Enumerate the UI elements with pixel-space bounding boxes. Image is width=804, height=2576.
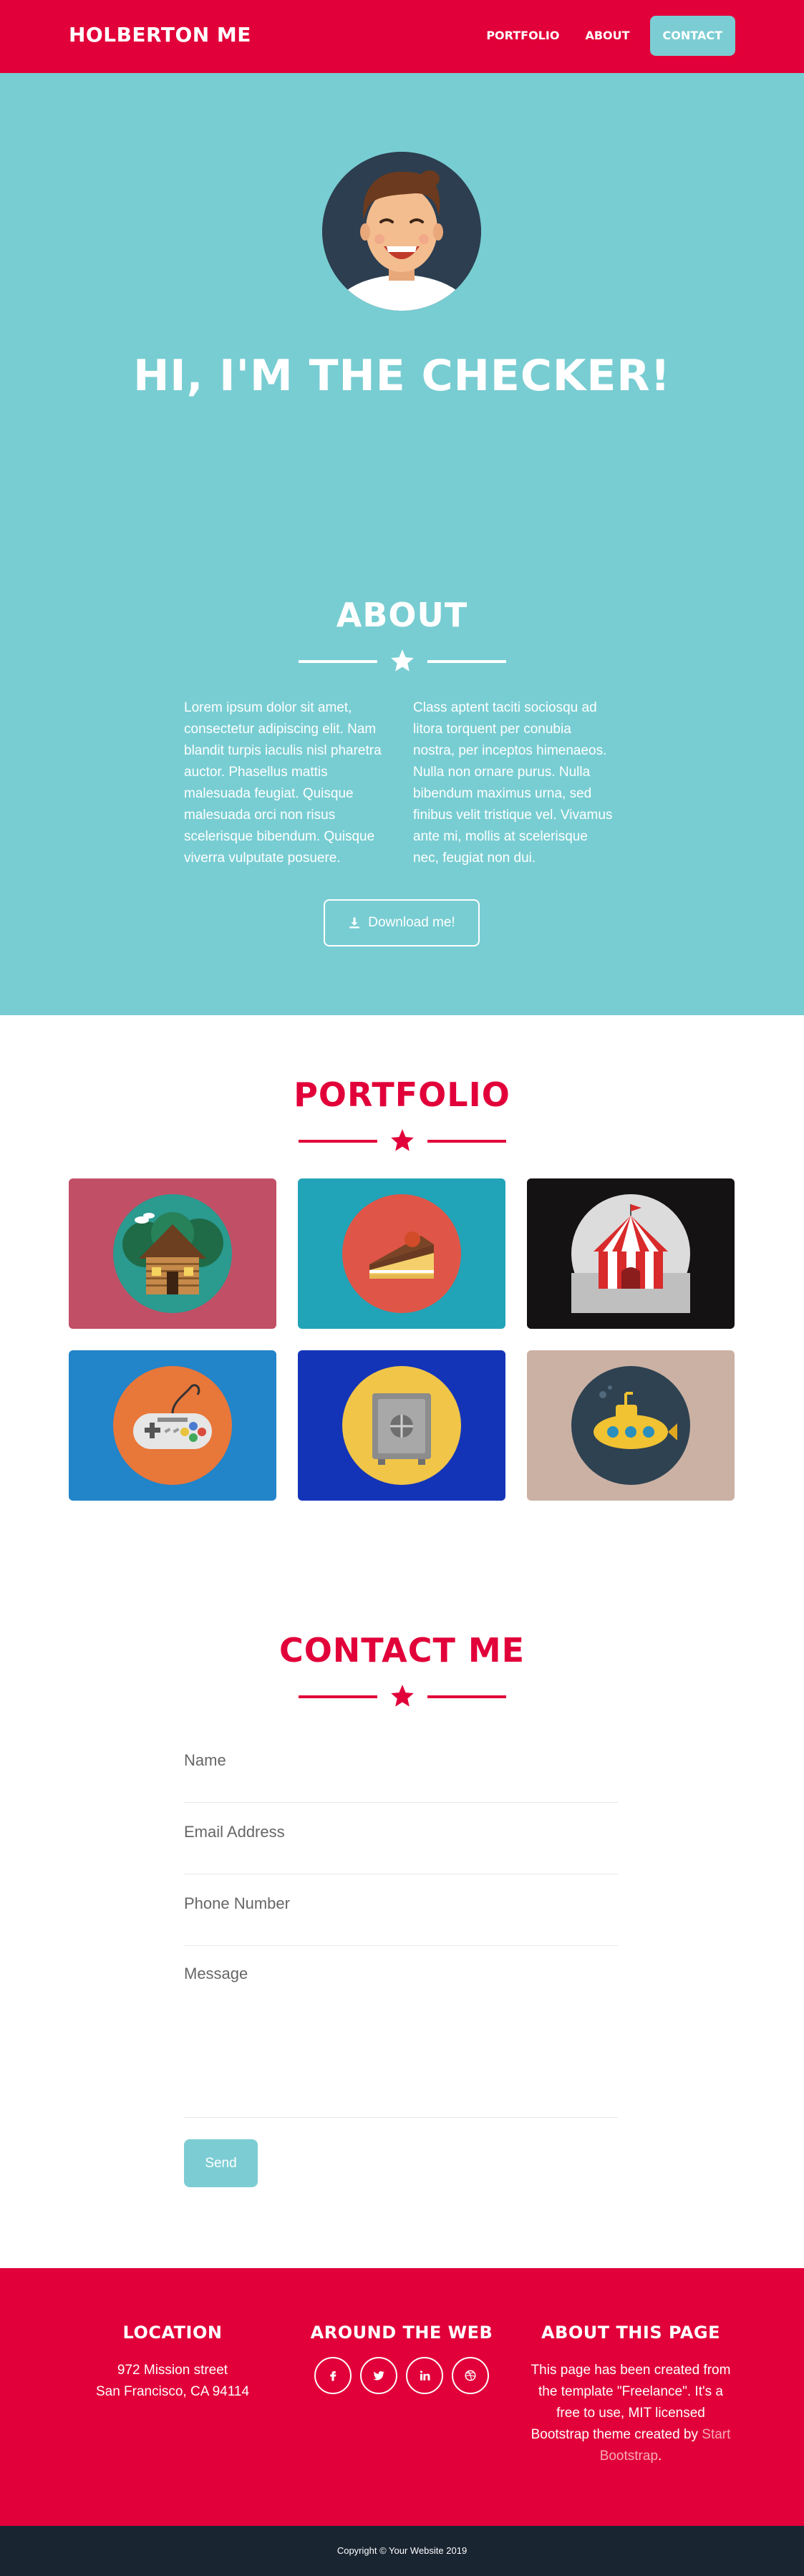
portfolio-title: PORTFOLIO — [294, 1075, 510, 1114]
download-icon — [349, 917, 360, 929]
nav-contact[interactable]: CONTACT — [649, 16, 735, 56]
star-icon — [391, 1685, 414, 1707]
portfolio-divider — [295, 1127, 510, 1156]
name-field[interactable]: Name — [184, 1751, 618, 1803]
hero-section: HI, I'M THE CHECKER! — [0, 73, 804, 442]
footer-location: LOCATION 972 Mission street San Francisc… — [58, 2323, 287, 2403]
footer-about-page: ABOUT THIS PAGE This page has been creat… — [516, 2323, 745, 2467]
twitter-icon[interactable] — [360, 2357, 397, 2394]
nav-portfolio[interactable]: PORTFOLIO — [473, 16, 572, 56]
portfolio-item-cabin[interactable] — [69, 1178, 276, 1329]
portfolio-item-cake[interactable] — [298, 1178, 505, 1329]
message-placeholder: Message — [184, 1965, 248, 1982]
message-field[interactable]: Message — [184, 1965, 618, 2118]
portfolio-item-safe[interactable] — [298, 1350, 505, 1501]
send-button[interactable]: Send — [184, 2139, 258, 2187]
contact-title: CONTACT ME — [279, 1631, 525, 1670]
about-section: ABOUT Lorem ipsum dolor sit amet, consec… — [0, 417, 804, 1015]
about-page-title: ABOUT THIS PAGE — [541, 2323, 721, 2343]
navbar: HOLBERTON ME PORTFOLIO ABOUT CONTACT — [0, 0, 804, 73]
game-controller-icon — [113, 1366, 232, 1485]
around-web-title: AROUND THE WEB — [310, 2323, 493, 2343]
email-placeholder: Email Address — [184, 1823, 285, 1841]
avatar — [322, 152, 481, 311]
name-placeholder: Name — [184, 1751, 226, 1769]
social-links — [287, 2357, 516, 2394]
avatar-illustration — [322, 152, 481, 311]
portfolio-section: PORTFOLIO — [0, 1015, 804, 1574]
phone-placeholder: Phone Number — [184, 1894, 290, 1912]
cabin-icon — [113, 1194, 232, 1313]
about-divider — [295, 647, 510, 676]
phone-field[interactable]: Phone Number — [184, 1894, 618, 1946]
nav-links: PORTFOLIO ABOUT CONTACT — [473, 16, 735, 56]
dribbble-icon[interactable] — [452, 2357, 489, 2394]
circus-tent-icon — [571, 1194, 690, 1313]
facebook-icon[interactable] — [314, 2357, 352, 2394]
contact-section: CONTACT ME Name Email Address Phone Numb… — [0, 1574, 804, 2268]
copyright-bar: Copyright © Your Website 2019 — [0, 2526, 804, 2576]
contact-divider — [295, 1682, 510, 1711]
about-page-text: This page has been created from the temp… — [531, 2363, 731, 2442]
about-title: ABOUT — [336, 596, 468, 634]
copyright-text: Copyright © Your Website 2019 — [336, 2545, 468, 2556]
download-button[interactable]: Download me! — [324, 899, 480, 946]
portfolio-item-controller[interactable] — [69, 1350, 276, 1501]
nav-about[interactable]: ABOUT — [572, 16, 642, 56]
about-text-right: Class aptent taciti sociosqu ad litora t… — [413, 700, 613, 866]
cake-icon — [342, 1194, 461, 1313]
star-icon — [391, 1129, 414, 1151]
portfolio-item-circus[interactable] — [527, 1178, 735, 1329]
portfolio-item-submarine[interactable] — [527, 1350, 735, 1501]
download-label: Download me! — [368, 915, 455, 930]
submarine-icon — [571, 1366, 690, 1485]
address-line-2: San Francisco, CA 94114 — [95, 2384, 250, 2399]
star-icon — [391, 649, 414, 672]
location-title: LOCATION — [122, 2323, 223, 2343]
linkedin-icon[interactable] — [406, 2357, 443, 2394]
hero-title: HI, I'M THE CHECKER! — [133, 351, 671, 401]
brand-logo[interactable]: HOLBERTON ME — [69, 23, 251, 47]
safe-icon — [342, 1366, 461, 1485]
about-page-end: . — [658, 2449, 662, 2464]
about-text-left: Lorem ipsum dolor sit amet, consectetur … — [184, 700, 382, 866]
address-line-1: 972 Mission street — [117, 2363, 228, 2378]
footer: LOCATION 972 Mission street San Francisc… — [0, 2268, 804, 2526]
email-field[interactable]: Email Address — [184, 1823, 618, 1874]
footer-around-web: AROUND THE WEB — [287, 2323, 516, 2394]
